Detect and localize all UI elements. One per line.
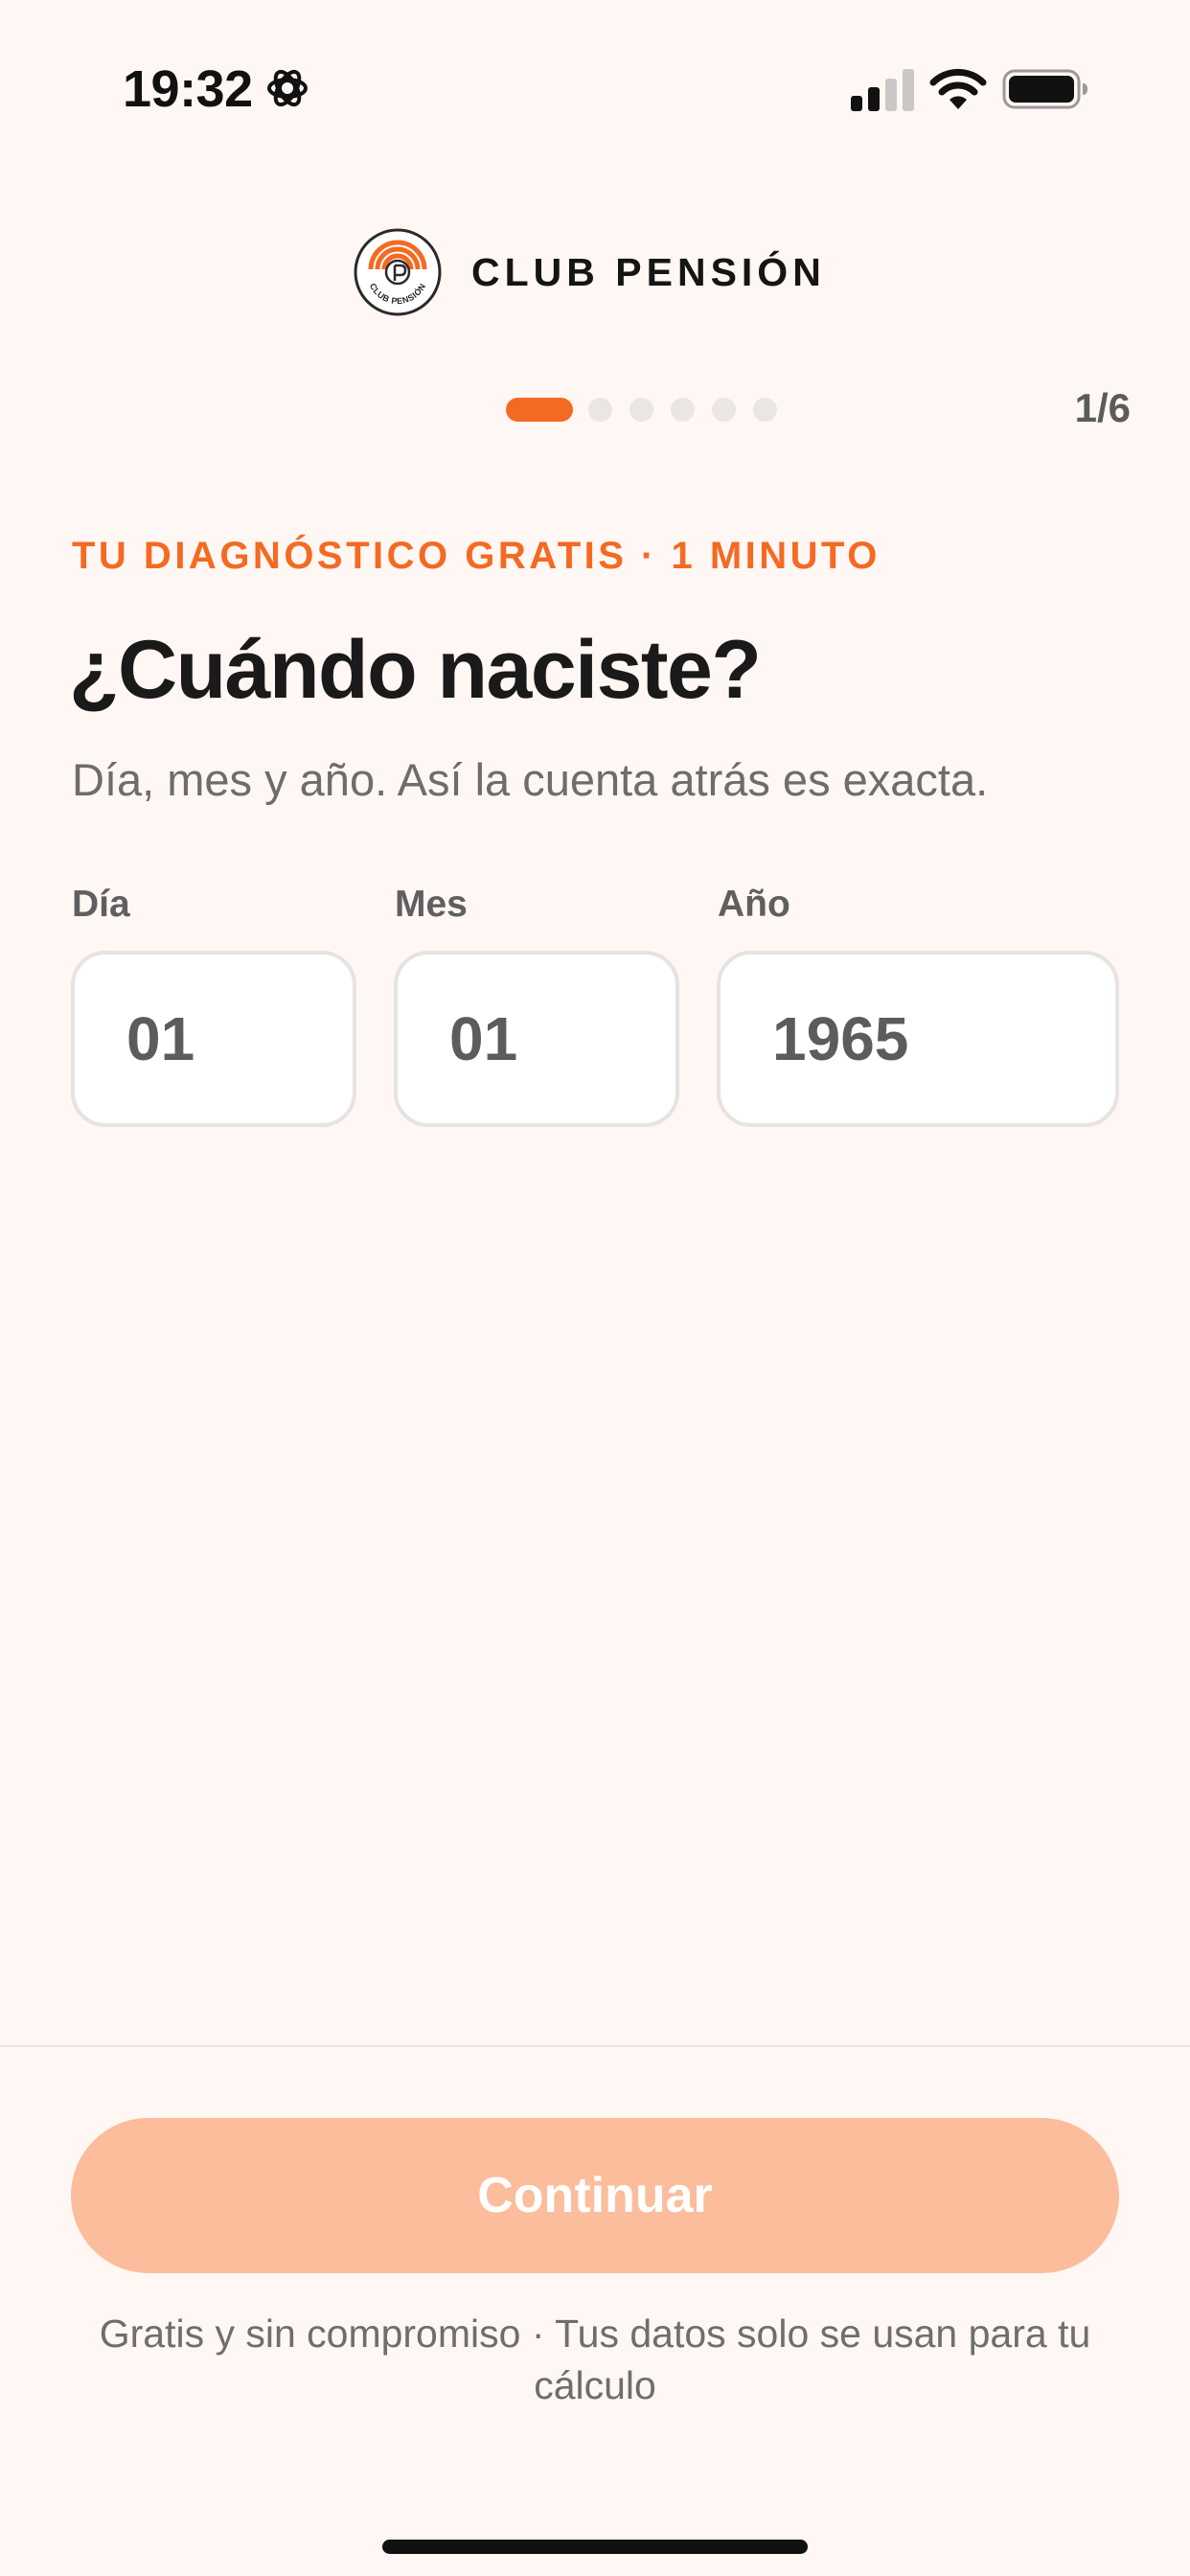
footer-divider (0, 2045, 1190, 2047)
signal-icon (851, 69, 914, 111)
gear-icon (267, 69, 308, 107)
progress-dot (753, 397, 777, 422)
brand-name: CLUB PENSIÓN (471, 249, 826, 294)
progress-dot (671, 397, 695, 422)
battery-icon (1002, 69, 1087, 109)
brand-header: CLUB PENSIÓN CLUB PENSIÓN (353, 226, 826, 318)
day-value: 01 (126, 1004, 195, 1073)
eyebrow-label: TU DIAGNÓSTICO GRATIS · 1 MINUTO (72, 535, 881, 577)
step-counter: 1/6 (1074, 385, 1131, 430)
year-label: Año (718, 884, 790, 925)
wifi-icon (929, 68, 987, 109)
progress-dot (629, 397, 653, 422)
day-field[interactable]: 01 (71, 951, 356, 1127)
home-indicator[interactable] (382, 2540, 808, 2554)
continue-button[interactable]: Continuar (71, 2118, 1119, 2273)
year-value: 1965 (772, 1004, 909, 1073)
page-title: ¿Cuándo naciste? (69, 624, 762, 716)
progress-dot-active (506, 397, 573, 422)
footer-note: Gratis y sin compromiso · Tus datos solo… (99, 2312, 1091, 2407)
day-label: Día (72, 884, 130, 925)
club-pension-logo: CLUB PENSIÓN (354, 228, 442, 316)
month-label: Mes (395, 884, 468, 925)
month-field[interactable]: 01 (394, 951, 679, 1127)
progress-dot (588, 397, 612, 422)
month-value: 01 (449, 1004, 518, 1073)
status-time: 19:32 (123, 60, 253, 118)
status-bar: 19:32 (0, 0, 1190, 182)
progress-dot (712, 397, 736, 422)
page-subtitle: Día, mes y año. Así la cuenta atrás es e… (72, 754, 989, 805)
progress-indicator (506, 397, 794, 422)
year-field[interactable]: 1965 (717, 951, 1119, 1127)
